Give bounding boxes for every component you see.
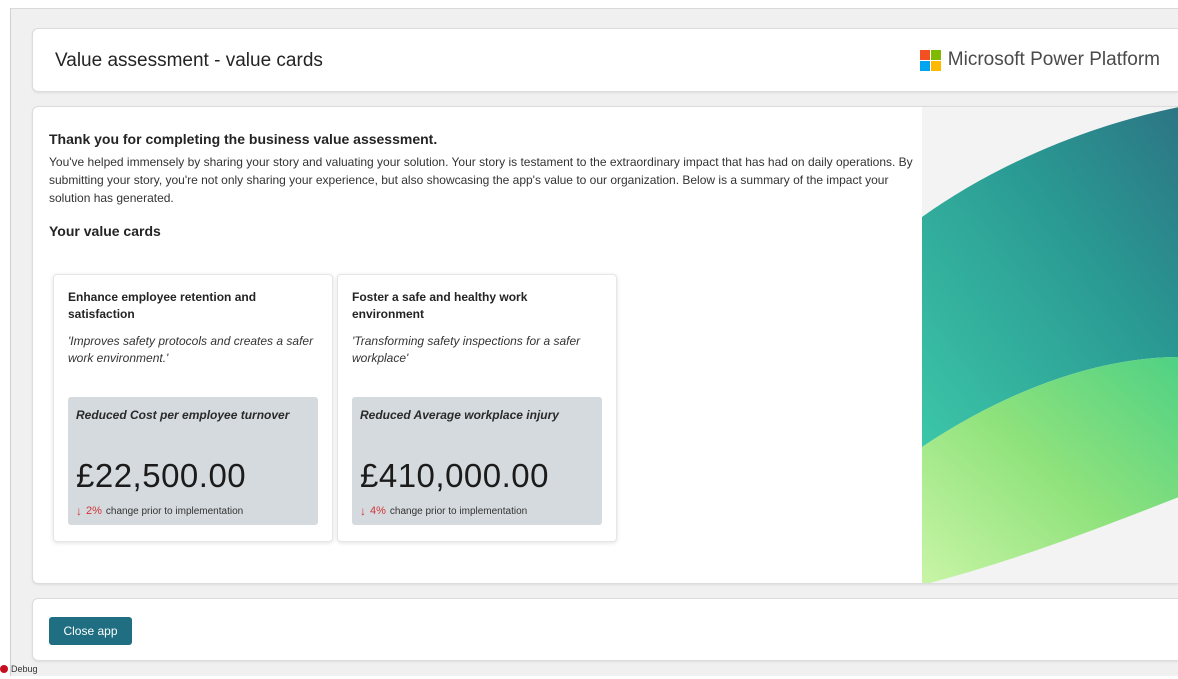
value-card: Foster a safe and healthy work environme… (337, 274, 617, 542)
card-title: Foster a safe and healthy work environme… (352, 290, 528, 321)
microsoft-logo-icon (919, 49, 941, 71)
page-title: Value assessment - value cards (55, 50, 323, 71)
main-panel: Thank you for completing the business va… (32, 106, 1178, 584)
change-percent: 4% (370, 505, 386, 517)
card-title: Enhance employee retention and satisfact… (68, 290, 257, 321)
metric-box: Reduced Average workplace injury £410,00… (352, 397, 602, 525)
arrow-down-icon: ↓ (360, 504, 366, 518)
change-text: change prior to implementation (389, 505, 528, 517)
intro-paragraph: You've helped immensely by sharing your … (49, 155, 913, 205)
value-card: Enhance employee retention and satisfact… (53, 274, 333, 542)
brand: Microsoft Power Platform (919, 49, 1160, 71)
decorative-wave-graphic (922, 107, 1178, 583)
page-footer: Close app (32, 598, 1178, 661)
page-header: Value assessment - value cards Microsoft… (32, 28, 1178, 92)
arrow-down-icon: ↓ (76, 504, 82, 518)
metric-change: ↓ 2% change prior to implementation (76, 504, 243, 518)
close-app-button[interactable]: Close app (49, 617, 132, 645)
change-text: change prior to implementation (105, 505, 244, 517)
card-quote: 'Improves safety protocols and creates a… (68, 334, 314, 365)
metric-label: Reduced Average workplace injury (360, 408, 559, 422)
card-quote: 'Transforming safety inspections for a s… (352, 334, 581, 365)
value-cards-heading: Your value cards (49, 223, 161, 239)
debug-indicator[interactable]: Debug (0, 664, 38, 674)
metric-value: £410,000.00 (360, 457, 550, 494)
intro-heading: Thank you for completing the business va… (49, 131, 438, 147)
record-dot-icon (0, 665, 8, 673)
brand-name: Microsoft Power Platform (947, 49, 1160, 70)
metric-change: ↓ 4% change prior to implementation (360, 504, 527, 518)
metric-box: Reduced Cost per employee turnover £22,5… (68, 397, 318, 525)
metric-label: Reduced Cost per employee turnover (76, 408, 290, 422)
debug-label: Debug (11, 664, 38, 674)
metric-value: £22,500.00 (76, 457, 247, 494)
change-percent: 2% (86, 505, 102, 517)
